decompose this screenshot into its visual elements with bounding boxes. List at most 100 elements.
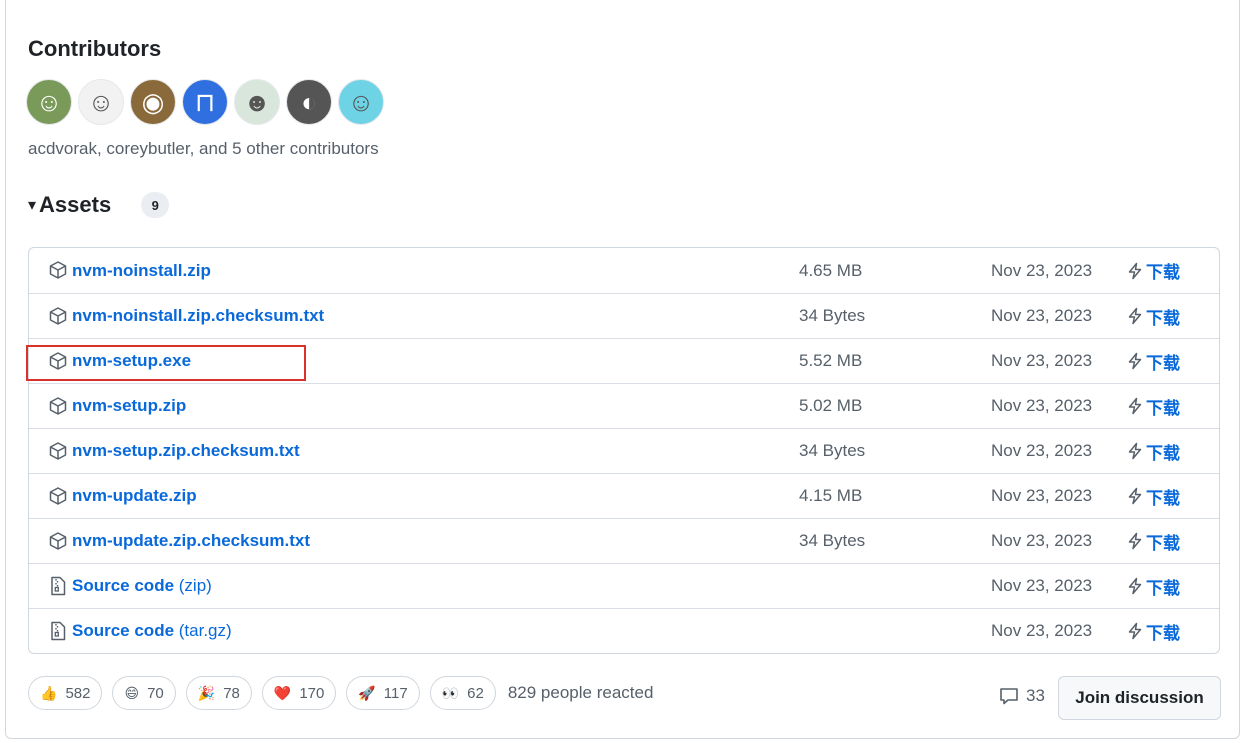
asset-name: nvm-noinstall.zip xyxy=(72,260,211,280)
comments-count[interactable]: 33 xyxy=(999,686,1045,706)
asset-row: nvm-noinstall.zip.checksum.txt 34 Bytes No… xyxy=(29,293,1219,338)
avatar-glyph: ☺ xyxy=(87,86,115,117)
asset-name: nvm-setup.zip xyxy=(72,396,187,415)
download-label: 下载 xyxy=(1146,353,1180,373)
download-button[interactable]: 下载 xyxy=(1126,349,1180,374)
assets-list: nvm-noinstall.zip 4.65 MB Nov 23, 2023 下载 nv… xyxy=(28,247,1220,654)
reaction-count: 170 xyxy=(299,684,325,702)
asset-row: nvm-update.zip 4.15 MB Nov 23, 2023 下载 xyxy=(29,473,1219,518)
join-discussion-button[interactable]: Join discussion xyxy=(1058,676,1221,720)
asset-date: Nov 23, 2023 xyxy=(991,306,1093,325)
download-label: 下载 xyxy=(1146,443,1180,463)
download-label: 下载 xyxy=(1146,623,1180,643)
package-icon xyxy=(48,396,68,416)
download-button[interactable]: 下载 xyxy=(1126,304,1180,329)
download-button[interactable]: 下载 xyxy=(1126,484,1180,509)
asset-size: 34 Bytes xyxy=(799,441,866,460)
eyes-icon: 👀 xyxy=(441,684,460,701)
asset-name: Source code xyxy=(72,621,175,640)
avatar-glyph: ⊓ xyxy=(194,86,216,117)
reaction-count: 117 xyxy=(383,684,408,702)
assets-title: Assets xyxy=(39,192,112,217)
asset-link[interactable]: nvm-update.zip.checksum.txt xyxy=(72,531,310,551)
zap-icon xyxy=(1126,352,1144,370)
download-label: 下载 xyxy=(1146,398,1180,418)
asset-row: nvm-noinstall.zip 4.65 MB Nov 23, 2023 下载 xyxy=(29,248,1219,293)
asset-name: nvm-setup.zip.checksum.txt xyxy=(72,441,300,460)
asset-date: Nov 23, 2023 xyxy=(991,486,1093,505)
asset-row: nvm-setup.zip.checksum.txt 34 Bytes Nov 23… xyxy=(29,428,1219,473)
contributor-avatar[interactable]: ☻ xyxy=(234,79,280,125)
contributor-avatar[interactable]: ⊓ xyxy=(182,79,228,125)
download-button[interactable]: 下载 xyxy=(1126,439,1180,464)
avatar-glyph: ◐ xyxy=(301,86,317,117)
zap-icon xyxy=(1126,577,1144,595)
asset-row: nvm-update.zip.checksum.txt 34 Bytes Nov 2… xyxy=(29,518,1219,563)
reaction-laugh-button[interactable]: 😄 70 xyxy=(112,676,176,710)
zap-icon xyxy=(1126,532,1144,550)
heart-icon: ❤️ xyxy=(273,684,292,701)
asset-name: Source code xyxy=(72,576,175,595)
asset-link[interactable]: nvm-setup.zip xyxy=(72,396,186,416)
contributors-summary: acdvorak, coreybutler, and 5 other contr… xyxy=(28,139,379,158)
contributor-avatar[interactable]: ◉ xyxy=(130,79,176,125)
download-button[interactable]: 下载 xyxy=(1126,258,1180,283)
asset-size: 34 Bytes xyxy=(799,306,866,325)
package-icon xyxy=(48,441,68,461)
reaction-thumbs-up-button[interactable]: 👍 582 xyxy=(28,676,103,710)
reaction-eyes-button[interactable]: 👀 62 xyxy=(429,676,496,710)
asset-name: nvm-update.zip xyxy=(72,486,197,505)
asset-row: Source code (tar.gz) Nov 23, 2023 下载 xyxy=(29,608,1219,653)
asset-size: 4.65 MB xyxy=(799,260,863,280)
asset-link[interactable]: nvm-noinstall.zip xyxy=(72,261,211,281)
asset-size: 5.52 MB xyxy=(799,351,863,370)
reactions-bar: 👍 582 😄 70 🎉 78 ❤️ 170 🚀 117 👀 62 829 people reacted xyxy=(28,676,653,710)
download-button[interactable]: 下载 xyxy=(1126,574,1180,599)
avatar-glyph: ☻ xyxy=(243,86,271,117)
contributor-avatar[interactable]: ◐ xyxy=(286,79,332,125)
asset-date: Nov 23, 2023 xyxy=(991,396,1093,415)
reaction-rocket-button[interactable]: 🚀 117 xyxy=(346,676,420,710)
download-button[interactable]: 下载 xyxy=(1126,619,1180,644)
download-label: 下载 xyxy=(1146,263,1180,282)
asset-size: 34 Bytes xyxy=(799,531,866,550)
zap-icon xyxy=(1126,262,1144,280)
asset-size: 5.02 MB xyxy=(799,396,863,415)
file-zip-icon xyxy=(48,576,68,596)
contributor-avatar[interactable]: ☺ xyxy=(78,79,124,125)
download-button[interactable]: 下载 xyxy=(1126,529,1180,554)
zap-icon xyxy=(1126,307,1144,325)
reaction-count: 70 xyxy=(147,684,164,702)
avatar-glyph: ☺ xyxy=(347,86,375,117)
package-icon xyxy=(48,486,68,506)
reaction-count: 582 xyxy=(65,684,91,702)
asset-row: Source code (zip) Nov 23, 2023 下载 xyxy=(29,563,1219,608)
asset-date: Nov 23, 2023 xyxy=(991,260,1093,280)
comment-count: 33 xyxy=(1026,686,1045,705)
asset-link[interactable]: nvm-setup.zip.checksum.txt xyxy=(72,441,300,461)
reaction-count: 78 xyxy=(223,684,240,702)
reaction-heart-button[interactable]: ❤️ 170 xyxy=(261,676,337,710)
asset-row: nvm-setup.zip 5.02 MB Nov 23, 2023 下载 xyxy=(29,383,1219,428)
package-icon xyxy=(48,531,68,551)
avatar-glyph: ☺ xyxy=(35,86,63,117)
asset-size: 4.15 MB xyxy=(799,486,863,505)
zap-icon xyxy=(1126,487,1144,505)
file-zip-icon xyxy=(48,621,68,641)
asset-link[interactable]: Source code (zip) xyxy=(72,576,212,596)
reaction-hooray-button[interactable]: 🎉 78 xyxy=(185,676,252,710)
package-icon xyxy=(48,306,68,326)
assets-toggle[interactable]: ▾ Assets 9 xyxy=(28,192,170,218)
package-icon xyxy=(48,260,68,280)
hooray-icon: 🎉 xyxy=(197,684,216,701)
download-button[interactable]: 下载 xyxy=(1126,394,1180,419)
asset-name: nvm-noinstall.zip.checksum.txt xyxy=(72,306,325,325)
laugh-icon: 😄 xyxy=(124,684,140,701)
zap-icon xyxy=(1126,442,1144,460)
asset-link[interactable]: nvm-update.zip xyxy=(72,486,197,506)
contributor-avatar[interactable]: ☺ xyxy=(26,79,72,125)
asset-link[interactable]: nvm-noinstall.zip.checksum.txt xyxy=(72,306,324,326)
contributor-avatar[interactable]: ☺ xyxy=(338,79,384,125)
asset-name: nvm-update.zip.checksum.txt xyxy=(72,531,311,550)
asset-link[interactable]: Source code (tar.gz) xyxy=(72,621,232,641)
